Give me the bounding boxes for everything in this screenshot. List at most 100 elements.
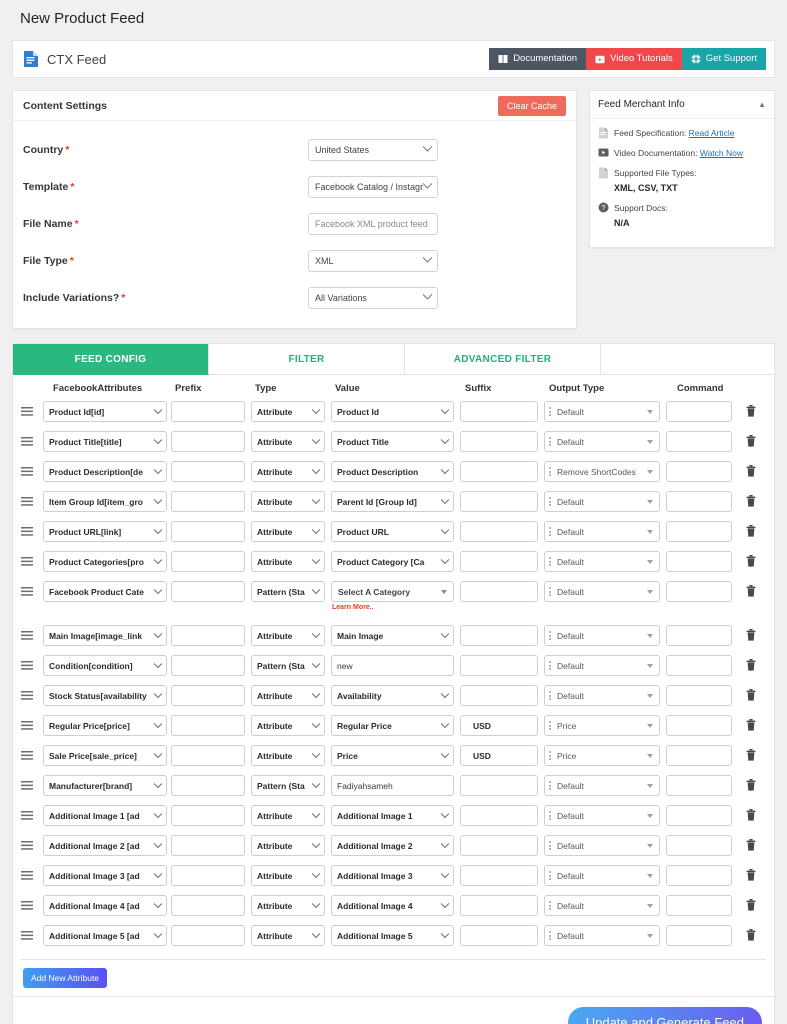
command-input[interactable] [666, 925, 732, 946]
attribute-select[interactable]: Product Id[id] [43, 401, 167, 422]
delete-row-button[interactable] [736, 461, 766, 477]
delete-row-button[interactable] [736, 745, 766, 761]
prefix-input[interactable] [171, 551, 245, 572]
command-input[interactable] [666, 401, 732, 422]
attribute-select[interactable]: Main Image[image_link [43, 625, 167, 646]
type-select[interactable]: Attribute [251, 835, 325, 856]
attribute-select[interactable]: Stock Status[availability [43, 685, 167, 706]
suffix-input[interactable] [460, 461, 538, 482]
type-select[interactable]: Attribute [251, 625, 325, 646]
output-type-select[interactable]: Default [544, 655, 660, 676]
documentation-button[interactable]: Documentation [489, 48, 586, 70]
command-input[interactable] [666, 835, 732, 856]
delete-row-button[interactable] [736, 551, 766, 567]
output-type-select[interactable]: Default [544, 895, 660, 916]
include-variations-select[interactable]: All Variations [308, 287, 438, 309]
suffix-input[interactable] [460, 401, 538, 422]
suffix-input[interactable] [460, 655, 538, 676]
prefix-input[interactable] [171, 865, 245, 886]
value-select[interactable]: Additional Image 4 [331, 895, 454, 916]
attribute-select[interactable]: Product URL[link] [43, 521, 167, 542]
drag-handle-icon[interactable] [21, 521, 43, 536]
type-select[interactable]: Attribute [251, 431, 325, 452]
delete-row-button[interactable] [736, 431, 766, 447]
command-input[interactable] [666, 461, 732, 482]
suffix-input[interactable] [460, 925, 538, 946]
drag-handle-icon[interactable] [21, 685, 43, 700]
command-input[interactable] [666, 431, 732, 452]
type-select[interactable]: Attribute [251, 461, 325, 482]
delete-row-button[interactable] [736, 685, 766, 701]
delete-row-button[interactable] [736, 775, 766, 791]
value-select[interactable]: Main Image [331, 625, 454, 646]
output-type-select[interactable]: Default [544, 521, 660, 542]
command-input[interactable] [666, 551, 732, 572]
suffix-input[interactable]: USD [460, 715, 538, 736]
suffix-input[interactable] [460, 431, 538, 452]
prefix-input[interactable] [171, 775, 245, 796]
prefix-input[interactable] [171, 401, 245, 422]
type-select[interactable]: Attribute [251, 925, 325, 946]
command-input[interactable] [666, 865, 732, 886]
drag-handle-icon[interactable] [21, 715, 43, 730]
type-select[interactable]: Attribute [251, 491, 325, 512]
output-type-select[interactable]: Default [544, 925, 660, 946]
drag-handle-icon[interactable] [21, 491, 43, 506]
attribute-select[interactable]: Sale Price[sale_price] [43, 745, 167, 766]
type-select[interactable]: Pattern (Sta [251, 581, 325, 602]
value-select[interactable]: Price [331, 745, 454, 766]
output-type-select[interactable]: Default [544, 551, 660, 572]
output-type-select[interactable]: Default [544, 581, 660, 602]
suffix-input[interactable] [460, 895, 538, 916]
output-type-select[interactable]: Default [544, 865, 660, 886]
prefix-input[interactable] [171, 461, 245, 482]
drag-handle-icon[interactable] [21, 865, 43, 880]
prefix-input[interactable] [171, 521, 245, 542]
value-select[interactable]: Product URL [331, 521, 454, 542]
delete-row-button[interactable] [736, 925, 766, 941]
attribute-select[interactable]: Additional Image 4 [ad [43, 895, 167, 916]
prefix-input[interactable] [171, 805, 245, 826]
drag-handle-icon[interactable] [21, 835, 43, 850]
value-select[interactable]: Additional Image 5 [331, 925, 454, 946]
attribute-select[interactable]: Product Title[title] [43, 431, 167, 452]
drag-handle-icon[interactable] [21, 431, 43, 446]
output-type-select[interactable]: Price [544, 715, 660, 736]
value-select[interactable]: Regular Price [331, 715, 454, 736]
output-type-select[interactable]: Default [544, 835, 660, 856]
command-input[interactable] [666, 625, 732, 646]
delete-row-button[interactable] [736, 625, 766, 641]
attribute-select[interactable]: Additional Image 3 [ad [43, 865, 167, 886]
clear-cache-button[interactable]: Clear Cache [498, 96, 566, 116]
tab-advanced-filter[interactable]: ADVANCED FILTER [405, 344, 601, 375]
tab-feed-config[interactable]: FEED CONFIG [13, 344, 209, 375]
attribute-select[interactable]: Regular Price[price] [43, 715, 167, 736]
value-select[interactable]: Parent Id [Group Id] [331, 491, 454, 512]
suffix-input[interactable] [460, 625, 538, 646]
suffix-input[interactable] [460, 805, 538, 826]
file-type-select[interactable]: XML [308, 250, 438, 272]
suffix-input[interactable] [460, 491, 538, 512]
drag-handle-icon[interactable] [21, 551, 43, 566]
value-select[interactable]: Product Category [Ca [331, 551, 454, 572]
prefix-input[interactable] [171, 431, 245, 452]
type-select[interactable]: Attribute [251, 685, 325, 706]
delete-row-button[interactable] [736, 715, 766, 731]
attribute-select[interactable]: Condition[condition] [43, 655, 167, 676]
output-type-select[interactable]: Default [544, 805, 660, 826]
read-article-link[interactable]: Read Article [689, 128, 735, 138]
attribute-select[interactable]: Product Categories[pro [43, 551, 167, 572]
output-type-select[interactable]: Default [544, 775, 660, 796]
type-select[interactable]: Attribute [251, 865, 325, 886]
command-input[interactable] [666, 655, 732, 676]
attribute-select[interactable]: Manufacturer[brand] [43, 775, 167, 796]
delete-row-button[interactable] [736, 491, 766, 507]
output-type-select[interactable]: Remove ShortCodes [544, 461, 660, 482]
drag-handle-icon[interactable] [21, 401, 43, 416]
drag-handle-icon[interactable] [21, 625, 43, 640]
delete-row-button[interactable] [736, 895, 766, 911]
suffix-input[interactable] [460, 685, 538, 706]
prefix-input[interactable] [171, 625, 245, 646]
video-tutorials-button[interactable]: Video Tutorials [586, 48, 682, 70]
value-select[interactable]: Availability [331, 685, 454, 706]
